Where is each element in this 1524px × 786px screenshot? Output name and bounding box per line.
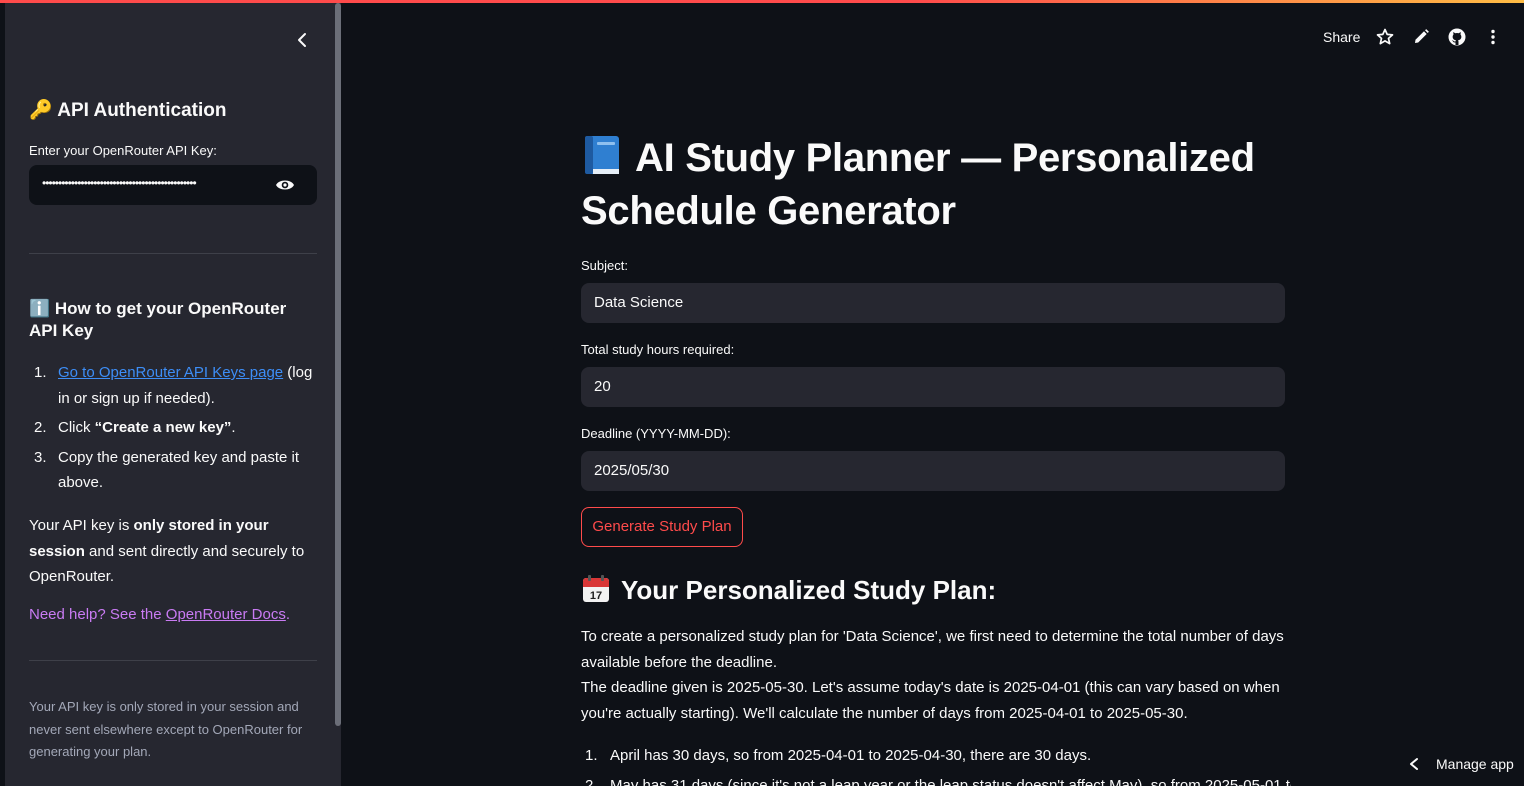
more-icon[interactable]	[1483, 27, 1503, 47]
plan-paragraph: The deadline given is 2025-05-30. Let's …	[581, 679, 1280, 722]
page-title: AI Study Planner — Personalized Schedule…	[581, 132, 1301, 238]
openrouter-docs-link[interactable]: OpenRouter Docs	[166, 606, 286, 623]
manage-app-button[interactable]: Manage app	[1400, 750, 1520, 778]
plan-list: 1. April has 30 days, so from 2025-04-01…	[581, 743, 1291, 786]
generate-study-plan-button[interactable]: Generate Study Plan	[581, 507, 743, 547]
list-item: 2. Click “Create a new key”.	[34, 419, 236, 436]
auth-heading: 🔑 API Authentication	[29, 100, 227, 121]
list-item: 2. May has 31 days (since it's not a lea…	[585, 776, 1291, 786]
list-item: 1. April has 30 days, so from 2025-04-01…	[585, 747, 1092, 764]
how-to-heading: ℹ️ How to get your OpenRouter API Key	[29, 299, 287, 340]
chevron-left-icon	[1410, 758, 1418, 770]
sidebar: 🔑 API Authentication Enter your OpenRout…	[0, 3, 341, 786]
list-item: 3. Copy the generated key and paste it a…	[34, 448, 299, 492]
help-note: Need help? See the OpenRouter Docs.	[29, 606, 291, 623]
github-icon[interactable]	[1447, 27, 1467, 47]
divider	[29, 253, 317, 254]
api-key-label: Enter your OpenRouter API Key:	[29, 143, 217, 158]
hours-label: Total study hours required:	[581, 342, 735, 357]
star-icon[interactable]	[1375, 27, 1395, 47]
subject-label: Subject:	[581, 258, 628, 273]
subject-input[interactable]: Data Science	[581, 283, 1285, 323]
show-password-icon[interactable]	[275, 177, 295, 193]
chevron-left-icon	[298, 33, 306, 47]
plan-heading: 17 Your Personalized Study Plan:	[581, 574, 996, 606]
session-note: Your API key is only stored in your sess…	[29, 517, 305, 585]
share-button[interactable]: Share	[1323, 29, 1360, 45]
footer-note: Your API key is only stored in your sess…	[29, 699, 303, 759]
edit-icon[interactable]	[1411, 27, 1431, 47]
blue-book-icon	[585, 136, 619, 174]
plan-paragraph: To create a personalized study plan for …	[581, 628, 1284, 671]
hours-input[interactable]: 20	[581, 367, 1285, 407]
instructions-list: 1. Go to OpenRouter API Keys page (log i…	[29, 360, 317, 500]
api-key-value: ••••••••••••••••••••••••••••••••••••••••…	[42, 176, 197, 190]
openrouter-keys-link[interactable]: Go to OpenRouter API Keys page	[58, 364, 283, 381]
svg-text:17: 17	[590, 590, 602, 602]
divider	[29, 660, 317, 661]
calendar-icon: 17	[583, 575, 609, 602]
collapse-sidebar-button[interactable]	[292, 30, 312, 50]
sidebar-scrollbar[interactable]	[335, 3, 341, 726]
deadline-label: Deadline (YYYY-MM-DD):	[581, 426, 731, 441]
deadline-input[interactable]: 2025/05/30	[581, 451, 1285, 491]
list-item: 1. Go to OpenRouter API Keys page (log i…	[34, 364, 313, 407]
api-key-input[interactable]: ••••••••••••••••••••••••••••••••••••••••…	[29, 165, 317, 205]
